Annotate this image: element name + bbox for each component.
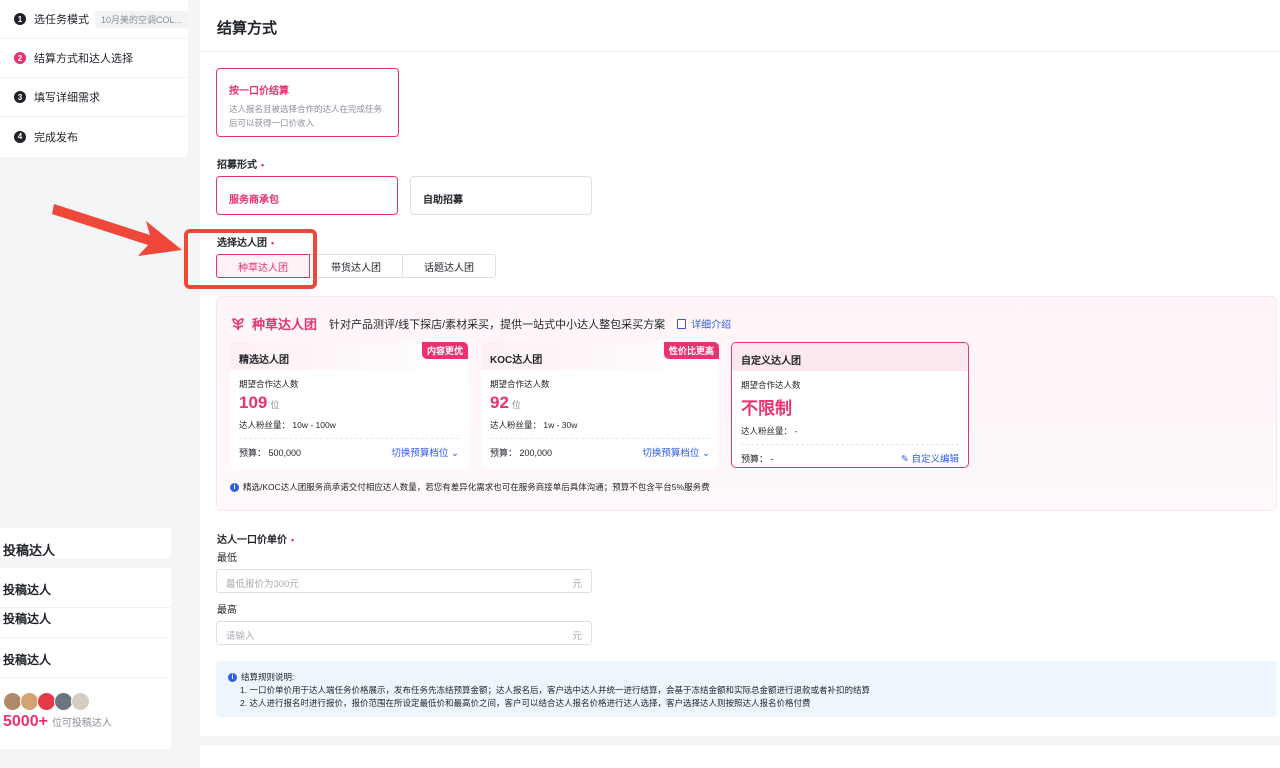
chevron-down-icon: ⌄: [451, 448, 459, 459]
creator-preview: 投稿达人 投稿达人 投稿达人 投稿达人 5000+ 位可投稿达人: [0, 528, 171, 749]
team-panel-header: 种草达人团 针对产品测评/线下探店/素材采买，提供一站式中小达人整包采买方案 详…: [230, 314, 731, 333]
step-list: 1 选任务模式 10月美的空调COL... 2 结算方式和达人选择 3 填写详细…: [0, 0, 188, 157]
rules-line: 1. 一口价单价用于达人端任务价格展示，发布任务先冻结预算金额；达人报名后，客户…: [240, 685, 870, 695]
team-tabs: 种草达人团 带货达人团 话题达人团: [216, 254, 496, 278]
rules-title: 结算规则说明:: [241, 672, 295, 682]
step-number: 4: [14, 130, 26, 143]
annotation-arrow-icon: [52, 204, 182, 256]
step-3[interactable]: 3 填写详细需求: [0, 78, 188, 117]
step-2[interactable]: 2 结算方式和达人选择: [0, 39, 188, 78]
settlement-panel: 结算方式 按一口价结算 达人报名且被选择合作的达人在完成任务后可以获得一口价收入…: [200, 0, 1280, 736]
settlement-rules: i 结算规则说明: 1. 一口价单价用于达人端任务价格展示，发布任务先冻结预算金额…: [216, 661, 1277, 717]
page-title: 结算方式: [200, 0, 1280, 52]
preview-top-label: 投稿达人: [0, 528, 171, 558]
switch-budget-button[interactable]: 切换预算档位 ⌄: [391, 445, 459, 459]
step-number: 1: [14, 13, 26, 25]
recruit-option-agency[interactable]: 服务商承包: [216, 176, 398, 215]
footer-bar: [200, 746, 1280, 768]
budget-value: 预算： 200,000: [490, 447, 553, 458]
tab-sales-team[interactable]: 带货达人团: [309, 254, 403, 278]
document-icon: [677, 319, 687, 329]
preview-row: 投稿达人: [0, 608, 171, 638]
switch-budget-button[interactable]: 切换预算档位 ⌄: [642, 445, 710, 459]
team-card-tag: 内容更优: [421, 342, 468, 359]
settle-option-title: 按一口价结算: [229, 86, 289, 97]
team-card-custom[interactable]: 自定义达人团 期望合作达人数 不限制 达人粉丝量： - 预算： - ✎ 自定义编…: [731, 342, 969, 468]
step-number: 2: [14, 52, 26, 64]
avatar: [71, 692, 90, 711]
step-sub-tag: 10月美的空调COL...: [95, 10, 188, 28]
max-price-label: 最高: [217, 605, 237, 616]
avatar-group: [0, 678, 171, 711]
team-card-title: 自定义达人团: [732, 343, 968, 371]
team-card-tag: 性价比更高: [663, 342, 719, 359]
step-number: 3: [14, 91, 26, 103]
detail-link[interactable]: 详细介绍: [677, 316, 731, 331]
creator-count-value: 92 位: [490, 393, 521, 412]
team-card-title: KOC达人团 性价比更高: [481, 342, 719, 370]
step-label: 选任务模式: [34, 14, 89, 26]
recruit-option-self[interactable]: 自助招募: [410, 176, 592, 215]
step-1[interactable]: 1 选任务模式 10月美的空调COL...: [0, 0, 188, 39]
chevron-down-icon: ⌄: [702, 448, 710, 459]
team-panel-desc: 针对产品测评/线下探店/素材采买，提供一站式中小达人整包采买方案: [329, 318, 666, 331]
min-price-input[interactable]: 最低报价为300元元: [216, 569, 592, 593]
team-card-koc[interactable]: KOC达人团 性价比更高 期望合作达人数 92 位 达人粉丝量： 1w - 30w …: [481, 342, 719, 468]
budget-value: 预算： 500,000: [239, 447, 302, 458]
preview-card: 投稿达人 投稿达人 投稿达人 5000+ 位可投稿达人: [0, 568, 171, 749]
step-label: 完成发布: [34, 131, 78, 144]
tab-topic-team[interactable]: 话题达人团: [402, 254, 496, 278]
team-card-selected[interactable]: 精选达人团 内容更优 期望合作达人数 109 位 达人粉丝量： 10w - 100w…: [230, 342, 468, 468]
step-4[interactable]: 4 完成发布: [0, 117, 188, 156]
step-label: 填写详细需求: [34, 92, 100, 104]
recruit-label: 招募形式 •: [217, 160, 265, 171]
tab-seeding-team[interactable]: 种草达人团: [216, 254, 310, 278]
settle-option-desc: 达人报名且被选择合作的达人在完成任务后可以获得一口价收入: [229, 104, 383, 128]
creator-count-value: 109 位: [239, 393, 280, 412]
creator-count: 5000+ 位可投稿达人: [3, 713, 112, 730]
settle-option-fixed-price[interactable]: 按一口价结算 达人报名且被选择合作的达人在完成任务后可以获得一口价收入: [216, 68, 399, 137]
step-label: 结算方式和达人选择: [34, 53, 133, 65]
rules-line: 2. 达人进行报名时进行报价，报价范围在所设定最低价和最高价之间，客户可以结合达…: [240, 698, 811, 708]
preview-row: 投稿达人: [0, 638, 171, 678]
count-label: 期望合作达人数: [490, 379, 550, 389]
team-panel-title: 种草达人团: [252, 317, 318, 332]
creator-count-value: 不限制: [741, 399, 792, 418]
fans-range: 达人粉丝量： 1w - 30w: [490, 419, 710, 439]
info-icon: i: [230, 482, 239, 492]
min-price-label: 最低: [217, 553, 237, 564]
max-price-input[interactable]: 请输入元: [216, 621, 592, 645]
fans-range: 达人粉丝量： 10w - 100w: [239, 419, 459, 439]
team-detail-panel: 种草达人团 针对产品测评/线下探店/素材采买，提供一站式中小达人整包采买方案 详…: [216, 296, 1277, 511]
flower-icon: [232, 317, 244, 330]
budget-value: 预算： -: [741, 453, 774, 464]
info-icon: i: [228, 673, 237, 682]
edit-icon: ✎: [900, 454, 909, 465]
price-label: 达人一口价单价 •: [217, 535, 295, 546]
fans-range: 达人粉丝量： -: [741, 425, 959, 445]
team-note: i 精选/KOC达人团服务商承诺交付相应达人数量，若您有差异化需求也可在服务商接…: [230, 481, 710, 493]
team-card-title: 精选达人团 内容更优: [230, 342, 468, 370]
count-label: 期望合作达人数: [741, 380, 801, 390]
custom-edit-button[interactable]: ✎ 自定义编辑: [901, 451, 959, 465]
preview-row: 投稿达人: [0, 568, 171, 608]
count-label: 期望合作达人数: [239, 379, 299, 389]
